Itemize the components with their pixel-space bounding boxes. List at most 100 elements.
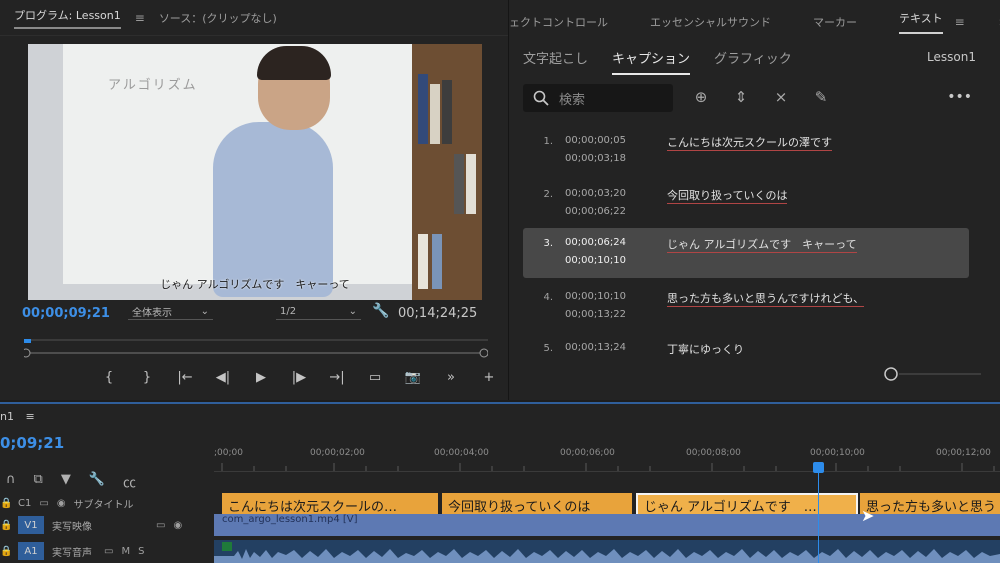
step-forward-button[interactable]: |▶ <box>290 370 308 385</box>
caption-out[interactable]: 00;00;03;18 <box>565 153 626 164</box>
caption-row[interactable]: 1. 00;00;00;05 00;00;03;18 こんにちは次元スクールの澤… <box>523 126 969 176</box>
chevron-down-icon: ⌄ <box>348 306 357 317</box>
caption-row[interactable]: 4. 00;00;10;10 00;00;13;22 思った方も多いと思うんです… <box>523 282 969 332</box>
caption-row[interactable]: 2. 00;00;03;20 00;00;06;22 今回取り扱っていくのは <box>523 179 969 229</box>
program-scrubber[interactable] <box>24 339 488 365</box>
export-frame-button[interactable]: 📷 <box>404 370 422 385</box>
tab-transcript[interactable]: 文字起こし <box>523 48 588 75</box>
tab-markers[interactable]: マーカー <box>813 14 857 30</box>
sequence-tab[interactable]: n1 ≡ <box>0 410 35 423</box>
go-to-out-button[interactable]: →| <box>328 370 346 385</box>
more-controls-button[interactable]: » <box>442 370 460 385</box>
caption-in[interactable]: 00;00;00;05 <box>565 135 626 146</box>
film-icon[interactable]: ▭ <box>156 520 165 531</box>
ruler-label: 00;00;12;00 <box>936 448 991 458</box>
add-button[interactable]: + <box>480 370 498 385</box>
timeline-timecode[interactable]: 0;09;21 <box>0 434 64 452</box>
eye-icon[interactable]: ◉ <box>173 520 182 531</box>
caption-row[interactable]: 5. 00;00;13;24 丁寧にゆっくり <box>523 333 969 355</box>
solo-button[interactable]: S <box>138 546 144 557</box>
caption-text[interactable]: 丁寧にゆっくり <box>667 341 744 355</box>
caption-out[interactable]: 00;00;10;10 <box>565 255 626 266</box>
text-panel: ェクトコントロール エッセンシャルサウンド マーカー テキスト ≡ » 文字起こ… <box>508 0 1000 400</box>
lock-icon[interactable]: 🔒 <box>0 520 12 531</box>
caption-text[interactable]: 今回取り扱っていくのは <box>667 187 788 204</box>
track-id[interactable]: A1 <box>18 542 44 560</box>
lock-icon[interactable]: 🔒 <box>0 546 12 557</box>
speaker-body <box>213 122 333 297</box>
go-to-in-button[interactable]: |← <box>176 370 194 385</box>
program-tabbar: プログラム: Lesson1 ≡ ソース：(クリップなし) <box>0 0 508 36</box>
play-button[interactable]: ▶ <box>252 370 270 385</box>
caption-out[interactable]: 00;00;06;22 <box>565 206 626 217</box>
wrench-icon[interactable]: 🔧 <box>372 303 389 319</box>
duration-timecode: 00;14;24;25 <box>398 306 478 321</box>
track-header-v1[interactable]: 🔒 V1 実写映像 ▭ ◉ <box>0 514 214 536</box>
caption-out[interactable]: 00;00;13;22 <box>565 309 626 320</box>
tab-captions[interactable]: キャプション <box>612 48 691 75</box>
text-subtabs: 文字起こし キャプション グラフィック <box>523 48 792 75</box>
split-caption-icon[interactable]: ⇕ <box>731 88 751 106</box>
eye-icon[interactable]: ◉ <box>57 498 66 509</box>
resolution-label: 1/2 <box>280 306 297 317</box>
track-name: サブタイトル <box>73 499 134 511</box>
tab-graphics[interactable]: グラフィック <box>714 48 792 75</box>
tab-source[interactable]: ソース：(クリップなし) <box>159 10 277 26</box>
ruler-label: 00;00;10;00 <box>810 448 865 458</box>
caption-in[interactable]: 00;00;03;20 <box>565 188 626 199</box>
step-back-button[interactable]: ◀| <box>214 370 232 385</box>
search-icon <box>533 90 549 106</box>
merge-caption-icon[interactable]: ⨯ <box>771 88 791 106</box>
tab-essential-sound[interactable]: エッセンシャルサウンド <box>650 14 771 30</box>
lock-icon[interactable]: 🔒 <box>0 498 12 509</box>
mark-in-button[interactable]: { <box>100 370 118 385</box>
chevron-down-icon: ⌄ <box>200 306 209 317</box>
track-id[interactable]: V1 <box>18 516 44 534</box>
audio-waveform[interactable] <box>214 540 1000 563</box>
voiceover-icon[interactable]: ▭ <box>104 546 113 557</box>
caption-in[interactable]: 00;00;13;24 <box>565 342 626 353</box>
menu-icon[interactable]: ≡ <box>955 15 965 29</box>
search-input[interactable]: 検索 <box>523 84 673 112</box>
caption-row-selected[interactable]: 3. 00;00;06;24 00;00;10;10 じゃん アルゴリズムです … <box>523 228 969 278</box>
fit-label: 全体表示 <box>132 308 172 319</box>
search-placeholder: 検索 <box>559 92 586 108</box>
track-header-a1[interactable]: 🔒 A1 実写音声 ▭ M S <box>0 540 214 562</box>
film-icon[interactable]: ▭ <box>39 498 48 509</box>
caption-text[interactable]: こんにちは次元スクールの澤です <box>667 134 832 151</box>
pencil-icon[interactable]: ✎ <box>811 88 831 106</box>
video-frame[interactable]: アルゴリズム じゃん アルゴリズムです キャーって <box>28 44 482 300</box>
caption-text[interactable]: 思った方も多いと思うんですけれども、 <box>667 290 865 307</box>
playhead-line[interactable] <box>818 462 819 563</box>
caption-in[interactable]: 00;00;10;10 <box>565 291 626 302</box>
ruler-label: 00;00;04;00 <box>434 448 489 458</box>
time-ruler[interactable]: ;00;00 00;00;02;00 00;00;04;00 00;00;06;… <box>214 444 1000 472</box>
playhead-timecode[interactable]: 00;00;09;21 <box>22 306 110 321</box>
caption-in[interactable]: 00;00;06;24 <box>565 237 626 248</box>
caption-index: 5. <box>543 343 553 354</box>
mark-out-button[interactable]: } <box>138 370 156 385</box>
premiere-window: プログラム: Lesson1 ≡ ソース：(クリップなし) アルゴリズム じゃん… <box>0 0 1000 563</box>
video-track[interactable]: com_argo_lesson1.mp4 [V] <box>214 514 1000 536</box>
tab-text[interactable]: テキスト <box>899 10 943 34</box>
playhead-handle[interactable] <box>813 462 824 473</box>
more-options-icon[interactable]: ••• <box>947 89 972 105</box>
tab-effect-controls[interactable]: ェクトコントロール <box>509 14 608 30</box>
timeline-panel: n1 ≡ 0;09;21 ;00;00 00;00;02;00 00;00;04… <box>0 402 1000 563</box>
safe-margins-button[interactable]: ▭ <box>366 370 384 385</box>
bookshelf <box>412 44 482 300</box>
caption-text[interactable]: じゃん アルゴリズムです キャーって <box>667 236 857 253</box>
ruler-label: 00;00;08;00 <box>686 448 741 458</box>
track-header-c1[interactable]: 🔒 C1 ▭ ◉ サブタイトル <box>0 492 214 514</box>
ruler-label: ;00;00 <box>214 448 243 458</box>
track-id: C1 <box>18 497 32 509</box>
menu-icon[interactable]: ≡ <box>25 410 34 423</box>
tab-program[interactable]: プログラム: Lesson1 <box>14 7 121 29</box>
resolution-dropdown[interactable]: 1/2 ⌄ <box>276 304 361 320</box>
video-clip-label: com_argo_lesson1.mp4 [V] <box>222 514 358 525</box>
add-caption-icon[interactable]: ⊕ <box>691 88 711 106</box>
zoom-slider[interactable] <box>883 367 983 381</box>
menu-icon[interactable]: ≡ <box>135 11 145 25</box>
fit-dropdown[interactable]: 全体表示 ⌄ <box>128 304 213 320</box>
mute-button[interactable]: M <box>121 546 130 557</box>
